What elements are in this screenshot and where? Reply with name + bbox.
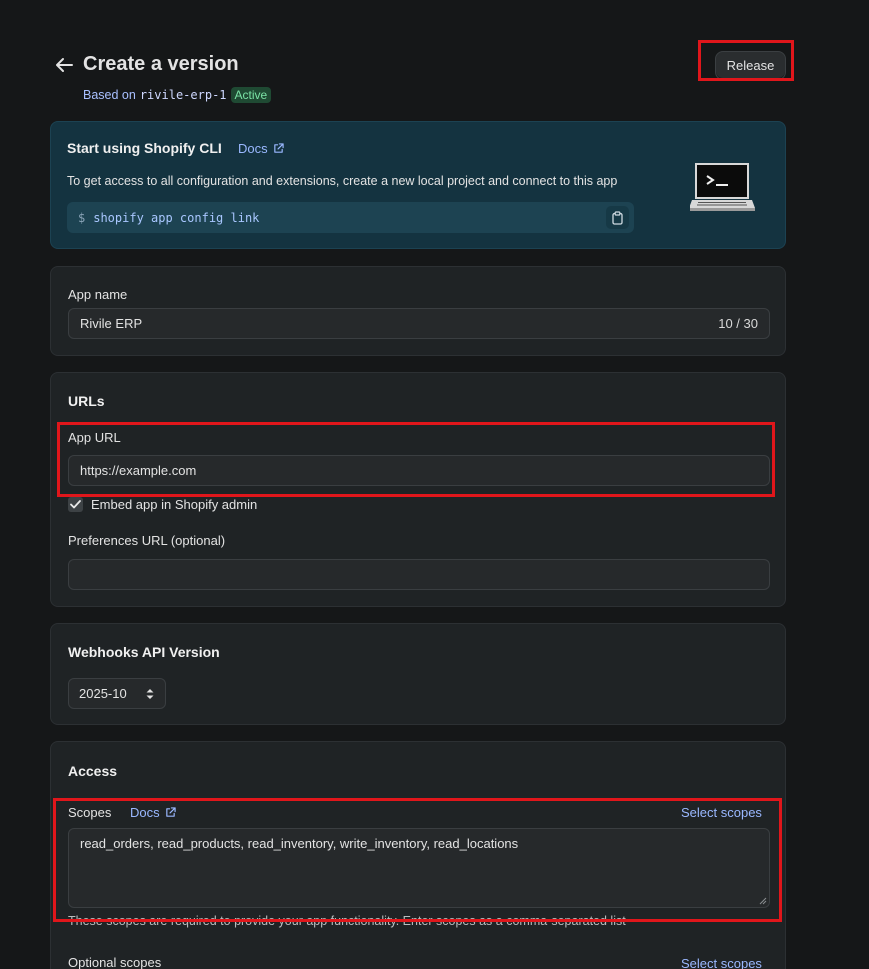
embed-app-label: Embed app in Shopify admin	[91, 497, 258, 512]
app-url-input[interactable]: https://example.com	[68, 455, 770, 486]
external-link-icon	[273, 143, 284, 153]
embed-app-checkbox[interactable]	[68, 497, 83, 512]
app-name-value: Rivile ERP	[80, 316, 143, 331]
based-on-line: Based on rivile-erp-1 Active	[83, 87, 272, 103]
app-name-card: App name Rivile ERP 10 / 30	[50, 266, 786, 356]
external-link-icon	[165, 807, 176, 817]
cli-prompt: $	[78, 210, 86, 225]
laptop-terminal-icon	[690, 163, 755, 211]
urls-title: URLs	[68, 393, 105, 409]
shopify-cli-card: Start using Shopify CLI Docs To get acce…	[50, 121, 786, 249]
resize-handle-icon[interactable]	[757, 895, 767, 905]
app-name-label: App name	[68, 287, 128, 302]
scopes-docs-label: Docs	[130, 805, 160, 820]
based-on-version: rivile-erp-1	[139, 88, 227, 102]
preferences-url-input[interactable]	[68, 559, 770, 590]
release-button[interactable]: Release	[715, 51, 786, 80]
cli-description: To get access to all configuration and e…	[67, 174, 618, 188]
cli-command-box: $ shopify app config link	[67, 202, 634, 233]
app-url-value: https://example.com	[80, 463, 197, 478]
copy-icon[interactable]	[606, 206, 629, 229]
optional-scopes-label: Optional scopes	[68, 955, 162, 969]
check-icon	[70, 500, 81, 509]
cli-docs-label: Docs	[238, 141, 268, 156]
page-title: Create a version	[83, 53, 239, 75]
scopes-help-text: These scopes are required to provide you…	[68, 914, 626, 928]
based-on-prefix: Based on	[83, 88, 136, 102]
webhooks-card: Webhooks API Version 2025-10	[50, 623, 786, 725]
webhooks-version-select[interactable]: 2025-10	[68, 678, 166, 709]
scopes-docs-link[interactable]: Docs	[130, 805, 176, 820]
urls-card: URLs App URL https://example.com Embed a…	[50, 372, 786, 607]
webhooks-version-value: 2025-10	[79, 686, 127, 701]
preferences-url-label: Preferences URL (optional)	[68, 533, 226, 548]
access-title: Access	[68, 763, 118, 779]
cli-command: shopify app config link	[93, 210, 260, 225]
status-badge: Active	[230, 87, 272, 103]
access-card: Access Scopes Docs Select scopes read_or…	[50, 741, 786, 969]
embed-app-row: Embed app in Shopify admin	[68, 497, 257, 512]
app-url-label: App URL	[68, 430, 121, 445]
character-counter: 10 / 30	[718, 316, 758, 331]
cli-docs-link[interactable]: Docs	[238, 141, 284, 156]
cli-title: Start using Shopify CLI	[67, 140, 222, 156]
scopes-textarea[interactable]: read_orders, read_products, read_invento…	[68, 828, 770, 908]
optional-select-scopes-link[interactable]: Select scopes	[681, 956, 762, 969]
select-scopes-link[interactable]: Select scopes	[681, 805, 762, 820]
app-name-input[interactable]: Rivile ERP 10 / 30	[68, 308, 770, 339]
back-arrow-icon[interactable]	[54, 56, 74, 74]
webhooks-title: Webhooks API Version	[68, 644, 220, 660]
scopes-label: Scopes	[68, 805, 112, 820]
scopes-value: read_orders, read_products, read_invento…	[80, 836, 519, 851]
select-arrows-icon	[146, 688, 154, 699]
